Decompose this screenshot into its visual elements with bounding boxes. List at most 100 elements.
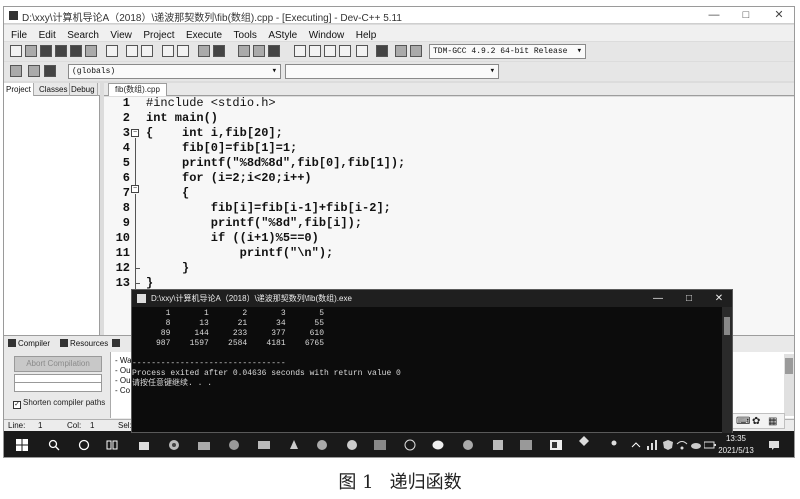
circle-app-icon[interactable] bbox=[404, 439, 416, 451]
shorten-paths-checkbox[interactable]: ✓ Shorten compiler paths bbox=[13, 398, 105, 409]
code-line: if ((i+1)%5==0) bbox=[146, 231, 319, 245]
battery-icon[interactable] bbox=[704, 439, 716, 451]
notification-icon[interactable] bbox=[768, 439, 780, 451]
open-file-icon[interactable] bbox=[25, 45, 37, 57]
keyboard-icon[interactable]: ⌨ bbox=[736, 414, 750, 429]
tab-compile-log[interactable] bbox=[112, 337, 122, 350]
debug-icon[interactable] bbox=[410, 45, 422, 57]
log-scrollbar[interactable] bbox=[784, 354, 794, 416]
goto-icon[interactable] bbox=[198, 45, 210, 57]
tab-project[interactable]: Project bbox=[4, 83, 34, 96]
wifi-icon[interactable] bbox=[676, 439, 688, 451]
close-file-icon[interactable] bbox=[70, 45, 82, 57]
bookmark-icon[interactable] bbox=[213, 45, 225, 57]
scope-select[interactable]: (globals) ▾ bbox=[68, 64, 281, 79]
windows-start-icon[interactable] bbox=[16, 439, 28, 451]
compile-log-icon bbox=[112, 339, 120, 347]
function-select[interactable]: ▾ bbox=[285, 64, 499, 79]
indent-icon[interactable] bbox=[238, 45, 250, 57]
cortana-icon[interactable] bbox=[78, 439, 90, 451]
file-explorer-icon[interactable] bbox=[198, 439, 210, 451]
toolbox-icon[interactable]: ▦ bbox=[768, 414, 777, 429]
insert-icon[interactable] bbox=[10, 65, 22, 77]
tab-resources[interactable]: Resources bbox=[60, 337, 108, 350]
wechat-icon[interactable] bbox=[432, 439, 444, 451]
maximize-button[interactable]: □ bbox=[731, 8, 761, 23]
fold-end-marker bbox=[135, 283, 140, 284]
compile-run-icon[interactable] bbox=[324, 45, 336, 57]
chevron-up-icon[interactable] bbox=[630, 439, 642, 451]
rebuild-icon[interactable] bbox=[339, 45, 351, 57]
pdf-icon[interactable] bbox=[288, 439, 300, 451]
toggle-comment-icon[interactable] bbox=[268, 45, 280, 57]
console-scrollbar[interactable] bbox=[722, 307, 732, 433]
store-icon[interactable] bbox=[138, 439, 150, 451]
stop-execution-icon[interactable] bbox=[376, 45, 388, 57]
app-icon[interactable] bbox=[346, 439, 358, 451]
run-icon[interactable] bbox=[309, 45, 321, 57]
fold-line bbox=[135, 268, 136, 284]
compile-field bbox=[14, 382, 102, 392]
code-line: { int i,fib[20]; bbox=[146, 126, 283, 140]
replace-icon[interactable] bbox=[177, 45, 189, 57]
close-all-icon[interactable] bbox=[85, 45, 97, 57]
task-view-icon[interactable] bbox=[106, 439, 118, 451]
abort-compilation-button[interactable]: Abort Compilation bbox=[14, 356, 102, 372]
console-taskbar-icon[interactable] bbox=[550, 439, 562, 451]
save-all-icon[interactable] bbox=[55, 45, 67, 57]
browser-icon[interactable] bbox=[228, 439, 240, 451]
unindent-icon[interactable] bbox=[253, 45, 265, 57]
word-icon[interactable] bbox=[374, 439, 386, 451]
scrollbar-thumb[interactable] bbox=[785, 358, 793, 374]
goto-bookmark-icon[interactable] bbox=[44, 65, 56, 77]
console-line: -------------------------------- bbox=[132, 359, 286, 368]
scrollbar-thumb[interactable] bbox=[724, 317, 730, 335]
skin-icon[interactable]: ✿ bbox=[752, 414, 760, 429]
code-line: printf("\n"); bbox=[146, 246, 334, 260]
search-icon[interactable] bbox=[48, 439, 60, 451]
checkbox-checked-icon: ✓ bbox=[13, 401, 21, 409]
find-icon[interactable] bbox=[162, 45, 174, 57]
console-maximize-button[interactable]: □ bbox=[677, 291, 701, 306]
close-button[interactable]: ✕ bbox=[764, 8, 794, 23]
line-number: 7 bbox=[122, 186, 130, 200]
chrome-icon[interactable] bbox=[168, 439, 180, 451]
app-icon[interactable] bbox=[462, 439, 474, 451]
network-icon[interactable] bbox=[646, 439, 658, 451]
check-icon[interactable] bbox=[356, 45, 368, 57]
toggle-bookmark-icon[interactable] bbox=[28, 65, 40, 77]
fold-collapse-icon[interactable]: − bbox=[131, 129, 139, 137]
app-icon[interactable] bbox=[578, 435, 590, 447]
mail-icon[interactable] bbox=[258, 439, 270, 451]
save-icon[interactable] bbox=[40, 45, 52, 57]
tab-debug[interactable]: Debug bbox=[69, 83, 98, 96]
line-number: 3 bbox=[122, 126, 130, 140]
print-icon[interactable] bbox=[106, 45, 118, 57]
console-minimize-button[interactable]: — bbox=[646, 291, 670, 306]
fold-collapse-icon[interactable]: − bbox=[131, 185, 139, 193]
tab-classes[interactable]: Classes bbox=[37, 83, 71, 96]
console-output: 1 1 2 3 5 8 13 21 34 55 89 144 233 377 6… bbox=[132, 307, 732, 433]
console-close-button[interactable]: ✕ bbox=[707, 291, 731, 306]
devcpp-icon bbox=[9, 11, 18, 20]
clock-time[interactable]: 13:35 bbox=[716, 434, 756, 444]
console-window[interactable]: D:\xxy\计算机导论A（2018）\递波那契数列\fib(数组).exe —… bbox=[131, 289, 733, 433]
compile-icon[interactable] bbox=[294, 45, 306, 57]
compiler-select[interactable]: TDM-GCC 4.9.2 64-bit Release ▾ bbox=[429, 44, 586, 59]
minimize-button[interactable]: — bbox=[699, 8, 729, 23]
redo-icon[interactable] bbox=[141, 45, 153, 57]
edge-icon[interactable] bbox=[316, 439, 328, 451]
profile-icon[interactable] bbox=[395, 45, 407, 57]
new-file-icon[interactable] bbox=[10, 45, 22, 57]
cloud-icon[interactable] bbox=[690, 439, 702, 451]
editor-tab-file[interactable]: fib(数组).cpp bbox=[108, 83, 167, 96]
undo-icon[interactable] bbox=[126, 45, 138, 57]
people-icon[interactable] bbox=[608, 439, 620, 451]
clock-date[interactable]: 2021/5/13 bbox=[716, 446, 756, 456]
devcpp-taskbar-icon[interactable] bbox=[520, 439, 532, 451]
code-line: { bbox=[146, 186, 190, 200]
tab-compiler[interactable]: Compiler bbox=[8, 337, 50, 350]
notes-icon[interactable] bbox=[492, 439, 504, 451]
shield-icon[interactable] bbox=[662, 439, 674, 451]
console-icon bbox=[137, 294, 146, 303]
